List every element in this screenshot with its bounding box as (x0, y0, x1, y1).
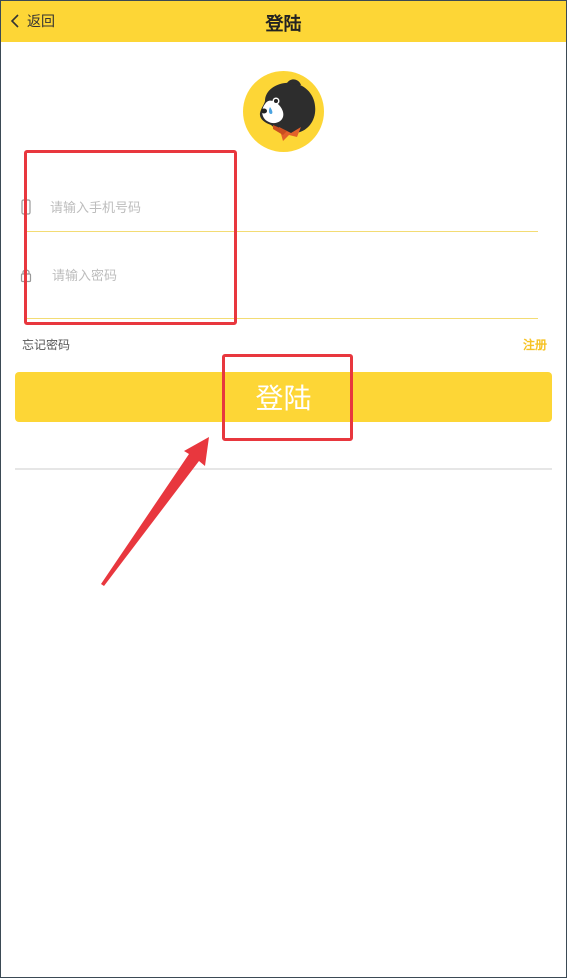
annotation-arrow-icon (101, 437, 209, 586)
